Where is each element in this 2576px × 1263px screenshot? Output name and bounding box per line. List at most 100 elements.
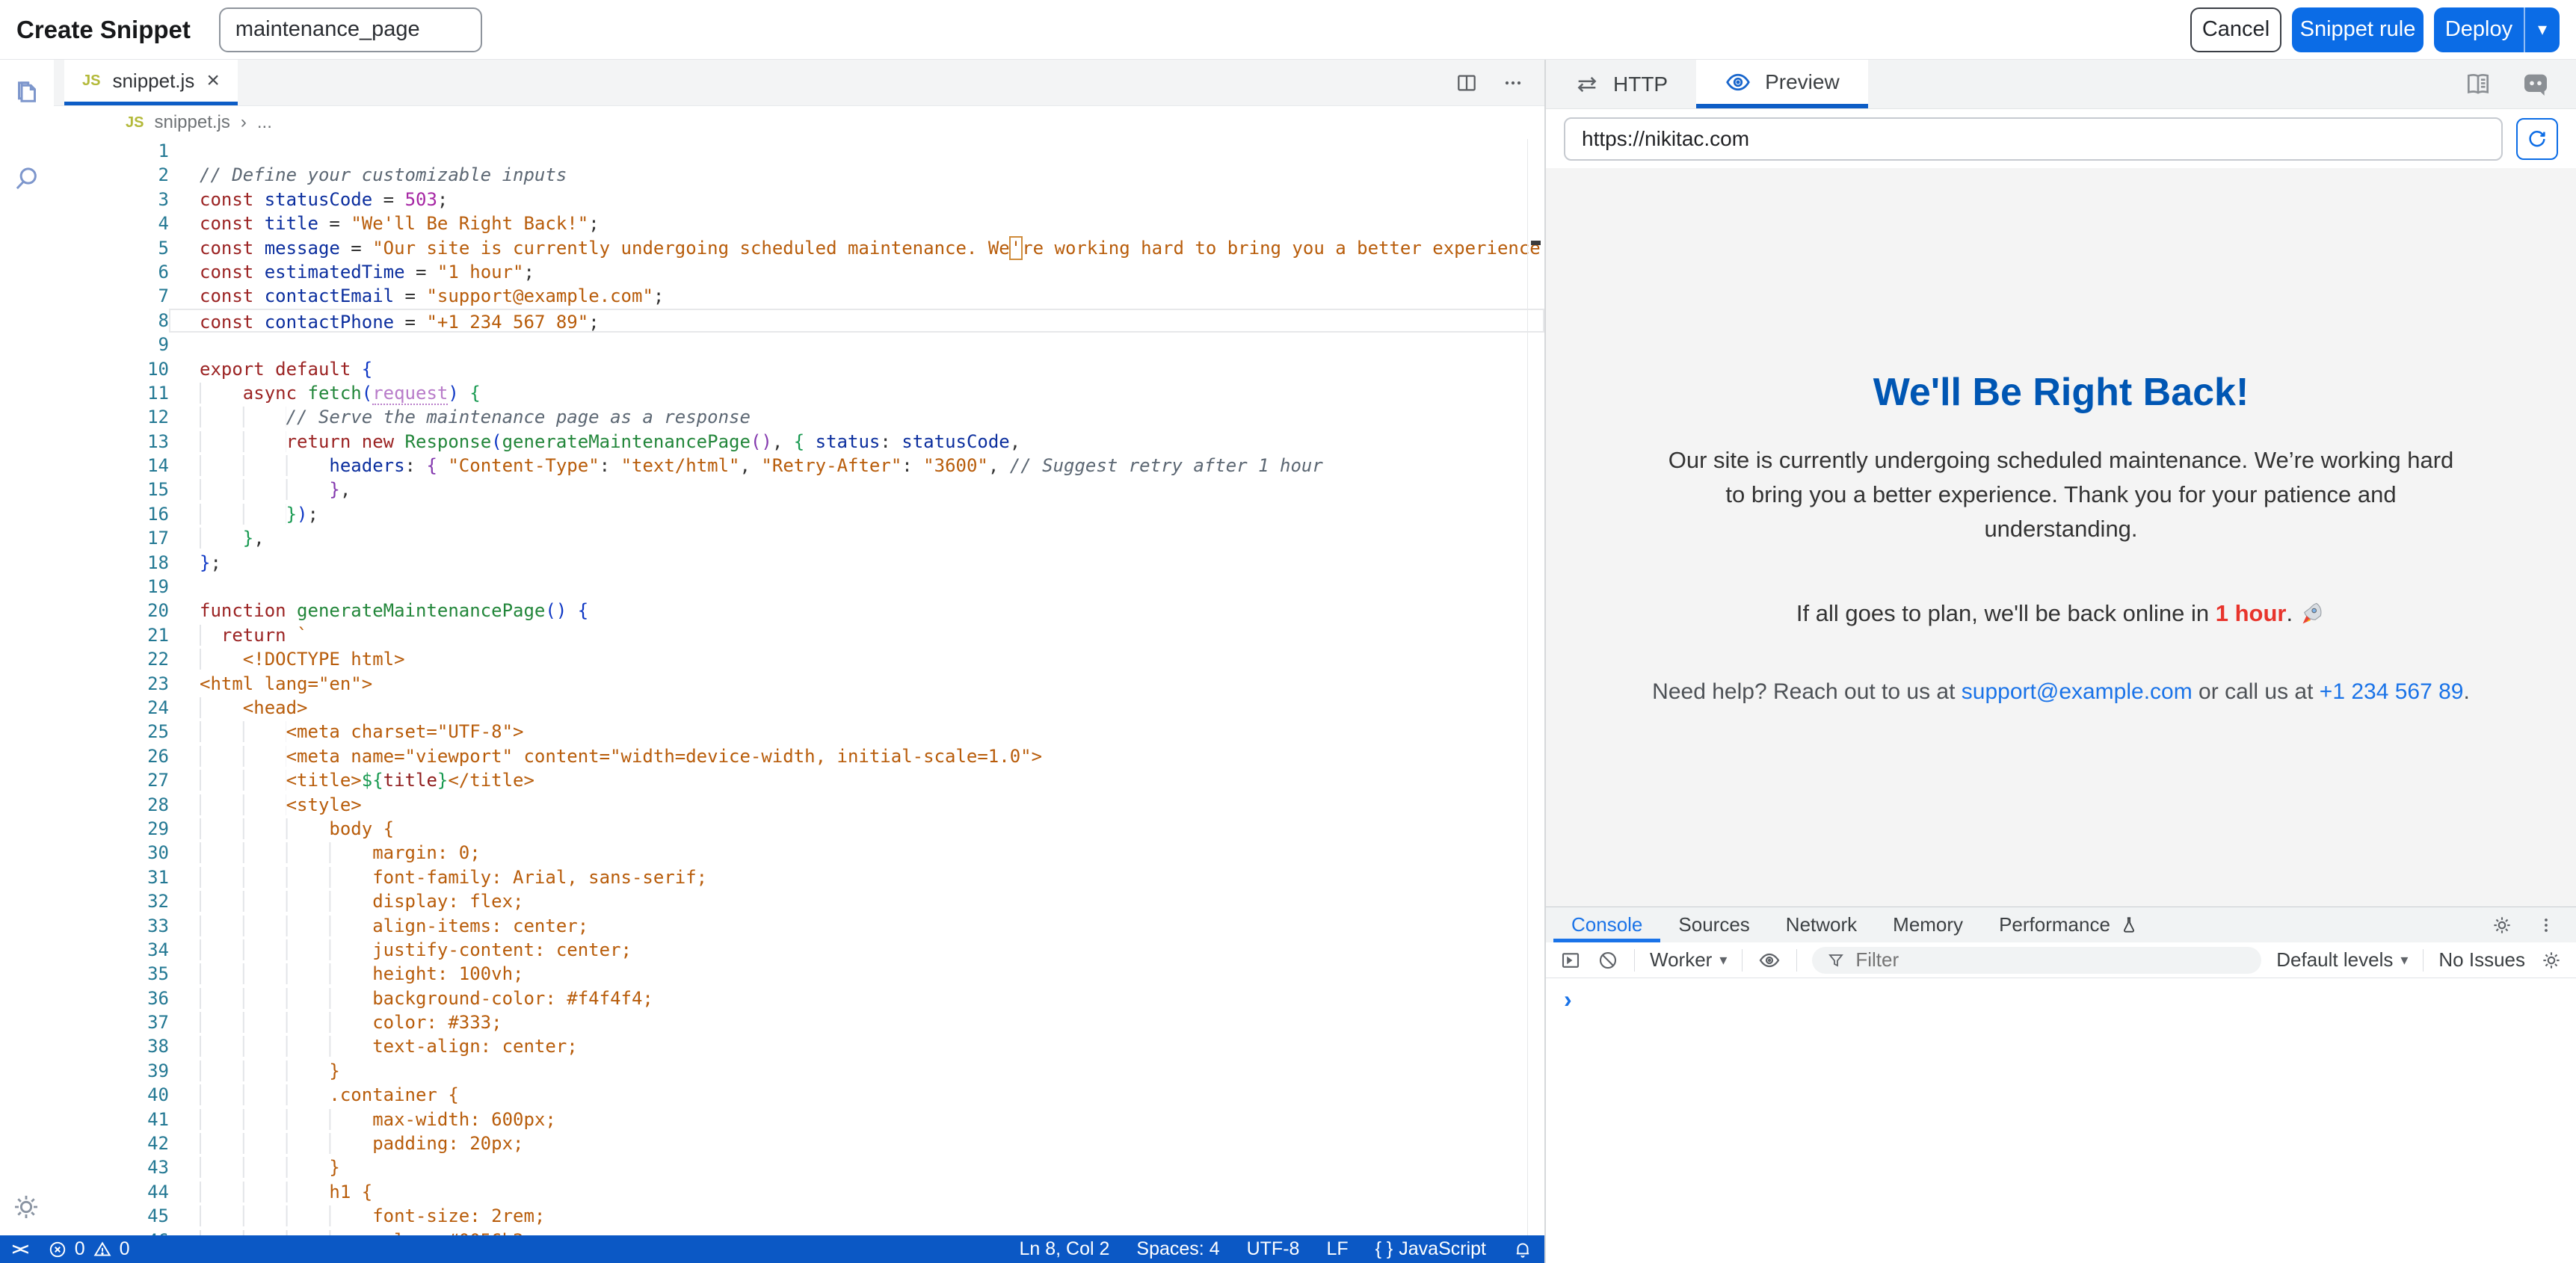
line-number: 10 bbox=[54, 357, 169, 381]
split-editor-icon[interactable] bbox=[1455, 71, 1479, 95]
code-line[interactable]: 19 bbox=[54, 575, 1544, 599]
code-line[interactable]: 32 display: flex; bbox=[54, 889, 1544, 913]
code-line[interactable]: 38 text-align: center; bbox=[54, 1034, 1544, 1058]
notifications-bell-icon[interactable] bbox=[1513, 1240, 1532, 1259]
code-line[interactable]: 1 bbox=[54, 139, 1544, 163]
console-prompt[interactable]: › bbox=[1564, 986, 1572, 1013]
live-expression-eye-icon[interactable] bbox=[1757, 948, 1781, 972]
code-line[interactable]: 40 .container { bbox=[54, 1083, 1544, 1107]
code-line[interactable]: 41 max-width: 600px; bbox=[54, 1108, 1544, 1131]
code-line[interactable]: 29 body { bbox=[54, 817, 1544, 841]
code-line[interactable]: 45 font-size: 2rem; bbox=[54, 1204, 1544, 1228]
clear-console-icon[interactable] bbox=[1597, 949, 1619, 972]
code-line[interactable]: 27 <title>${title}</title> bbox=[54, 768, 1544, 792]
phone-link[interactable]: +1 234 567 89 bbox=[2320, 679, 2464, 704]
tab-http-label: HTTP bbox=[1613, 72, 1668, 96]
execution-context-selector[interactable]: Worker ▾ bbox=[1650, 948, 1727, 972]
code-line[interactable]: 26 <meta name="viewport" content="width=… bbox=[54, 744, 1544, 768]
code-line[interactable]: 31 font-family: Arial, sans-serif; bbox=[54, 865, 1544, 889]
support-email-link[interactable]: support@example.com bbox=[1962, 679, 2193, 704]
code-line[interactable]: 8const contactPhone = "+1 234 567 89"; bbox=[54, 309, 1544, 333]
code-line[interactable]: 36 background-color: #f4f4f4; bbox=[54, 986, 1544, 1010]
code-line[interactable]: 34 justify-content: center; bbox=[54, 938, 1544, 962]
settings-gear-icon[interactable] bbox=[11, 1192, 43, 1223]
code-line[interactable]: 11 async fetch(request) { bbox=[54, 381, 1544, 405]
code-line[interactable]: 7const contactEmail = "support@example.c… bbox=[54, 284, 1544, 308]
code-line[interactable]: 20function generateMaintenancePage() { bbox=[54, 599, 1544, 623]
tab-preview[interactable]: Preview bbox=[1696, 60, 1868, 108]
code-line[interactable]: 25 <meta charset="UTF-8"> bbox=[54, 720, 1544, 744]
tab-http[interactable]: HTTP bbox=[1546, 60, 1696, 108]
console-filter[interactable] bbox=[1812, 947, 2261, 974]
devtools-tab-console[interactable]: Console bbox=[1553, 907, 1660, 942]
code-editor[interactable]: 12// Define your customizable inputs3con… bbox=[54, 139, 1544, 1235]
indentation-setting[interactable]: Spaces: 4 bbox=[1136, 1238, 1219, 1260]
code-line[interactable]: 13 return new Response(generateMaintenan… bbox=[54, 430, 1544, 454]
search-icon[interactable] bbox=[11, 163, 43, 194]
code-line[interactable]: 3const statusCode = 503; bbox=[54, 188, 1544, 211]
code-line[interactable]: 33 align-items: center; bbox=[54, 914, 1544, 938]
code-line[interactable]: 12 // Serve the maintenance page as a re… bbox=[54, 405, 1544, 429]
snippet-rule-button[interactable]: Snippet rule bbox=[2292, 7, 2424, 52]
issues-counter[interactable]: No Issues bbox=[2438, 948, 2525, 972]
code-line[interactable]: 42 padding: 20px; bbox=[54, 1131, 1544, 1155]
code-line[interactable]: 30 margin: 0; bbox=[54, 841, 1544, 865]
code-line[interactable]: 5const message = "Our site is currently … bbox=[54, 236, 1544, 260]
more-actions-icon[interactable] bbox=[1501, 71, 1525, 95]
encoding-setting[interactable]: UTF-8 bbox=[1247, 1238, 1300, 1260]
code-line[interactable]: 37 color: #333; bbox=[54, 1010, 1544, 1034]
cancel-button[interactable]: Cancel bbox=[2190, 7, 2281, 52]
breadcrumb-file[interactable]: snippet.js bbox=[154, 112, 229, 133]
cursor-position[interactable]: Ln 8, Col 2 bbox=[1020, 1238, 1110, 1260]
code-line[interactable]: 21 return ` bbox=[54, 623, 1544, 647]
remote-indicator-icon[interactable]: >< bbox=[12, 1240, 27, 1259]
discord-icon[interactable] bbox=[2521, 70, 2551, 99]
code-line[interactable]: 24 <head> bbox=[54, 696, 1544, 720]
eol-setting[interactable]: LF bbox=[1326, 1238, 1348, 1260]
tab-snippet-js[interactable]: JS snippet.js × bbox=[64, 60, 238, 105]
code-line[interactable]: 15 }, bbox=[54, 478, 1544, 501]
breadcrumb-ellipsis[interactable]: ... bbox=[257, 112, 272, 133]
language-mode[interactable]: { } JavaScript bbox=[1375, 1238, 1486, 1260]
code-line[interactable]: 18}; bbox=[54, 551, 1544, 575]
console-output[interactable]: › bbox=[1546, 978, 2576, 1263]
url-input[interactable] bbox=[1564, 117, 2503, 161]
code-line[interactable]: 35 height: 100vh; bbox=[54, 962, 1544, 986]
code-line[interactable]: 9 bbox=[54, 333, 1544, 356]
kebab-menu-icon[interactable] bbox=[2536, 915, 2557, 936]
devtools-tab-sources[interactable]: Sources bbox=[1660, 907, 1767, 942]
refresh-button[interactable] bbox=[2516, 118, 2558, 160]
line-number: 6 bbox=[54, 260, 169, 284]
code-line[interactable]: 28 <style> bbox=[54, 793, 1544, 817]
docs-book-icon[interactable] bbox=[2464, 70, 2492, 99]
code-line[interactable]: 14 headers: { "Content-Type": "text/html… bbox=[54, 454, 1544, 478]
code-line[interactable]: 46 color: #0056b3; bbox=[54, 1229, 1544, 1235]
code-line[interactable]: 4const title = "We'll Be Right Back!"; bbox=[54, 211, 1544, 235]
breadcrumb[interactable]: JS snippet.js › ... bbox=[54, 106, 1544, 139]
deploy-dropdown-button[interactable]: ▾ bbox=[2524, 7, 2560, 52]
devtools-tab-network[interactable]: Network bbox=[1768, 907, 1875, 942]
console-settings-gear-icon[interactable] bbox=[2540, 949, 2563, 972]
code-line[interactable]: 6const estimatedTime = "1 hour"; bbox=[54, 260, 1544, 284]
code-line[interactable]: 43 } bbox=[54, 1155, 1544, 1179]
code-line[interactable]: 22 <!DOCTYPE html> bbox=[54, 647, 1544, 671]
problems-indicator[interactable]: 0 0 bbox=[48, 1238, 130, 1260]
snippet-name-input[interactable] bbox=[219, 7, 482, 52]
devtools-tab-memory[interactable]: Memory bbox=[1875, 907, 1981, 942]
log-levels-selector[interactable]: Default levels ▾ bbox=[2276, 948, 2408, 972]
code-line[interactable]: 39 } bbox=[54, 1059, 1544, 1083]
devtools-tab-performance[interactable]: Performance bbox=[1981, 907, 2157, 942]
deploy-button[interactable]: Deploy bbox=[2434, 17, 2524, 42]
editor-scrollbar[interactable] bbox=[1527, 139, 1528, 1235]
close-icon[interactable]: × bbox=[206, 70, 220, 92]
console-sidebar-toggle-icon[interactable] bbox=[1559, 949, 1582, 972]
code-line[interactable]: 44 h1 { bbox=[54, 1180, 1544, 1204]
files-icon[interactable] bbox=[11, 76, 43, 108]
code-line[interactable]: 2// Define your customizable inputs bbox=[54, 163, 1544, 187]
code-line[interactable]: 23<html lang="en"> bbox=[54, 672, 1544, 696]
filter-input[interactable] bbox=[1855, 948, 2246, 972]
code-line[interactable]: 10export default { bbox=[54, 357, 1544, 381]
code-line[interactable]: 16 }); bbox=[54, 502, 1544, 526]
code-line[interactable]: 17 }, bbox=[54, 526, 1544, 550]
devtools-settings-gear-icon[interactable] bbox=[2491, 914, 2513, 936]
